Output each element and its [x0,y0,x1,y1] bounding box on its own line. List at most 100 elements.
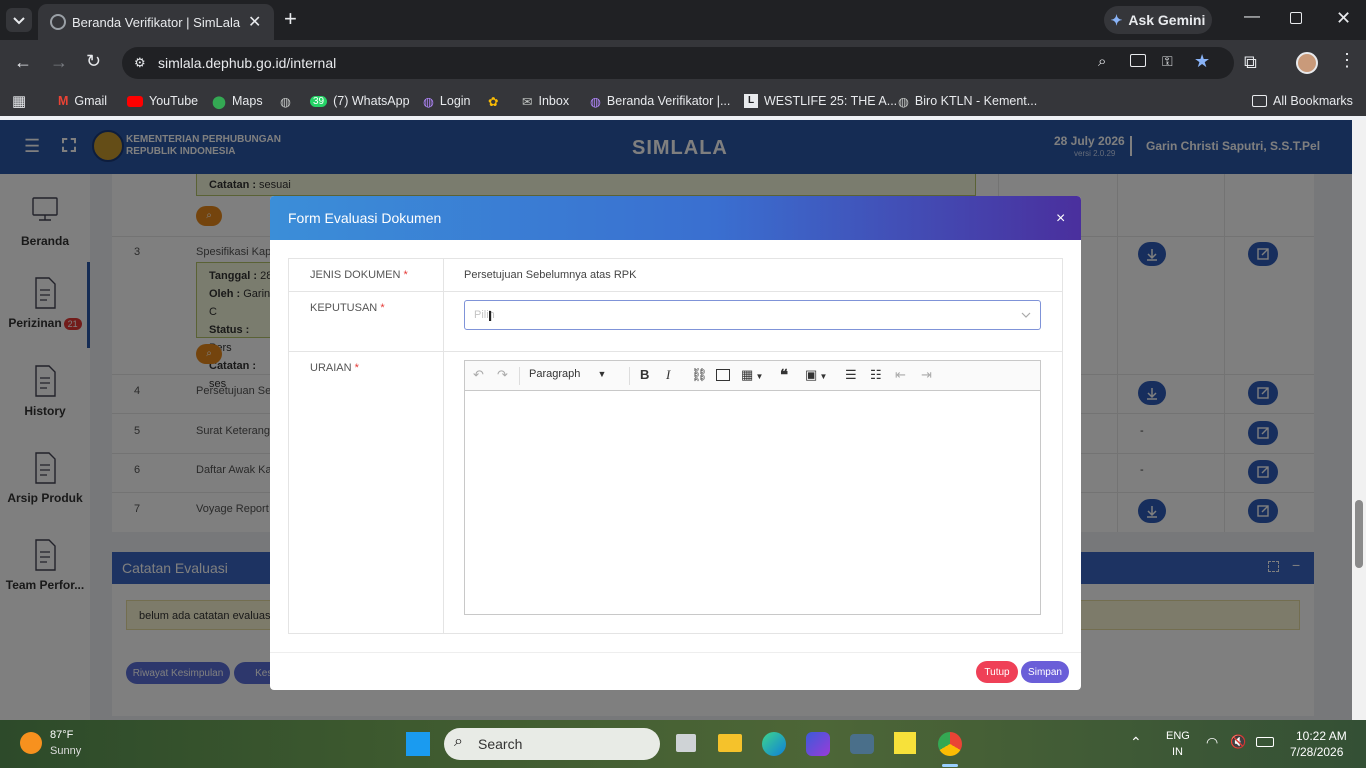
site-info-icon[interactable]: ⚙ [134,55,146,71]
redo-icon[interactable]: ↷ [497,367,508,383]
bookmark-gmail[interactable]: M Gmail [58,92,107,110]
new-tab-icon[interactable]: + [284,6,297,32]
bookmark-whatsapp[interactable]: 39 (7) WhatsApp [310,92,410,110]
install-app-icon[interactable] [1130,54,1146,67]
modal-header: Form Evaluasi Dokumen × [270,196,1081,240]
bookmark-youtube[interactable]: YouTube [127,92,198,110]
close-window-icon[interactable]: ✕ [1336,8,1351,29]
blockquote-icon[interactable]: ❝ [780,366,788,384]
bookmark-label: (7) WhatsApp [333,94,410,108]
windows-taskbar: 87°F Sunny ⌕ Search ⌃ ENG IN ◠ 🔇 10:22 A… [0,720,1366,768]
bookmark-photos[interactable]: ✿ [488,92,498,110]
password-key-icon[interactable]: ⚿ [1162,53,1173,70]
bookmark-star-icon[interactable]: ★ [1194,51,1210,72]
bookmark-biro-ktln[interactable]: ◍ Biro KTLN - Kement... [898,92,1037,110]
weather-sun-icon[interactable] [20,732,42,754]
edge-icon[interactable] [762,732,786,756]
bookmark-maps[interactable]: ⬤ Maps [212,92,263,110]
keputusan-label: KEPUTUSAN * [310,302,385,314]
taskbar-search[interactable]: ⌕ Search [444,728,660,760]
minimize-icon[interactable]: — [1244,8,1260,26]
weather-condition[interactable]: Sunny [50,745,81,757]
required-mark: * [354,362,359,374]
undo-icon[interactable]: ↶ [473,367,484,383]
outdent-icon[interactable]: ⇤ [895,367,906,383]
back-icon[interactable]: ← [14,52,32,73]
all-bookmarks[interactable]: All Bookmarks [1252,92,1353,110]
keyboard-layout[interactable]: IN [1172,746,1183,758]
language-code[interactable]: ENG [1166,730,1190,742]
file-explorer-icon[interactable] [718,734,742,752]
tab-close-icon[interactable]: ✕ [248,12,261,32]
battery-icon[interactable] [1256,737,1274,747]
bookmark-globe[interactable]: ◍ [280,92,291,110]
numbered-list-icon[interactable]: ☷ [870,367,882,383]
zoom-icon[interactable]: ⌕ [1098,53,1106,70]
tab-title: Beranda Verifikator | SimLala [72,15,241,30]
camera-icon[interactable] [850,734,874,754]
bookmark-label: Gmail [74,94,108,108]
address-bar[interactable]: ⚙ simlala.dephub.go.id/internal ⌕ ⚿ ★ [122,47,1234,79]
label-text: KEPUTUSAN [310,302,378,314]
bookmark-label: Beranda Verifikator |... [606,94,731,108]
paragraph-dropdown[interactable]: Paragraph ▼ [529,368,606,380]
bookmark-inbox[interactable]: ✉ Inbox [522,92,569,110]
indent-icon[interactable]: ⇥ [921,367,932,383]
bookmark-westlife[interactable]: L WESTLIFE 25: THE A... [744,92,897,110]
pinwheel-icon: ✿ [488,94,499,109]
insert-table-icon[interactable]: ▦ ▼ [741,367,763,383]
label-text: URAIAN [310,362,352,374]
page-scrollbar[interactable] [1352,120,1366,720]
ask-gemini-button[interactable]: ✦ Ask Gemini [1104,6,1212,34]
bold-icon[interactable]: B [640,367,649,382]
bookmark-label: WESTLIFE 25: THE A... [764,94,898,108]
tab-search-button[interactable] [6,8,32,32]
chevron-down-icon: ▼ [597,369,607,379]
forward-icon[interactable]: → [50,52,68,73]
editor-content-area[interactable] [465,391,1040,614]
modal-close-icon[interactable]: × [1056,210,1065,228]
browser-tab-strip: Beranda Verifikator | SimLala ✕ + ✦ Ask G… [0,0,1366,40]
tray-overflow-icon[interactable]: ⌃ [1130,734,1142,751]
wifi-icon[interactable]: ◠ [1206,734,1218,751]
app-icon[interactable] [806,732,830,756]
browser-tab[interactable]: Beranda Verifikator | SimLala ✕ [38,4,274,40]
reload-icon[interactable]: ↻ [86,51,101,72]
row-divider [289,351,1062,352]
all-bookmarks-label: All Bookmarks [1273,94,1353,108]
italic-icon[interactable]: I [666,367,670,383]
address-url[interactable]: simlala.dephub.go.id/internal [158,55,336,71]
apps-grid-icon[interactable]: ▦ [12,92,26,110]
tutup-button[interactable]: Tutup [976,661,1018,683]
folder-icon [1252,95,1267,107]
form-evaluasi-modal: Form Evaluasi Dokumen × JENIS DOKUMEN * … [270,196,1081,690]
toolbar-separator [519,367,520,385]
chrome-icon[interactable] [938,732,962,756]
whatsapp-badge: 39 [310,95,328,107]
simpan-button[interactable]: Simpan [1021,661,1069,683]
profile-avatar[interactable] [1296,52,1318,74]
required-mark: * [403,269,408,281]
insert-image-icon[interactable] [716,369,730,381]
clock-time[interactable]: 10:22 AM [1296,729,1347,743]
extensions-icon[interactable]: ⧉ [1244,52,1257,73]
keputusan-select[interactable]: Pilih [464,300,1041,330]
link-icon[interactable]: ⛓ [691,367,708,383]
bulleted-list-icon[interactable]: ☰ [845,367,857,383]
media-embed-icon[interactable]: ▣ ▼ [805,367,827,383]
mail-icon: ✉ [522,94,533,109]
windows-start-icon[interactable] [406,732,430,756]
globe-icon: ◍ [898,94,909,109]
task-view-icon[interactable] [676,734,696,752]
sticky-notes-icon[interactable] [894,732,916,754]
weather-temp[interactable]: 87°F [50,729,73,741]
scrollbar-thumb[interactable] [1355,500,1363,568]
bookmark-login[interactable]: ◍ Login [423,92,471,110]
tab-favicon-icon [50,14,66,30]
speaker-muted-icon[interactable]: 🔇 [1230,734,1246,750]
restore-icon[interactable] [1290,12,1302,24]
browser-menu-icon[interactable]: ⋮ [1338,50,1356,71]
bookmark-beranda[interactable]: ◍ Beranda Verifikator |... [590,92,730,110]
paragraph-label: Paragraph [529,368,581,380]
clock-date[interactable]: 7/28/2026 [1290,745,1343,759]
